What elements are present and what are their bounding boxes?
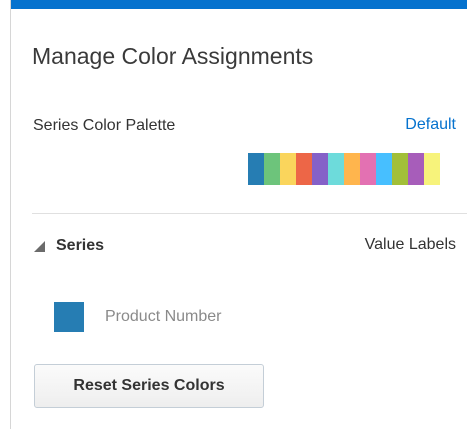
palette-swatch-2 bbox=[280, 153, 296, 185]
palette-swatch-10 bbox=[408, 153, 424, 185]
panel-accent-bar bbox=[11, 0, 467, 9]
series-item: Product Number bbox=[54, 302, 222, 332]
value-labels-label: Value Labels bbox=[364, 236, 456, 253]
section-divider bbox=[32, 213, 467, 214]
color-assignments-panel: Manage Color Assignments Series Color Pa… bbox=[10, 0, 467, 429]
palette-swatch-1 bbox=[264, 153, 280, 185]
reset-series-colors-button[interactable]: Reset Series Colors bbox=[34, 364, 264, 408]
series-color-palette-label: Series Color Palette bbox=[33, 117, 176, 134]
color-palette-strip[interactable] bbox=[248, 153, 440, 185]
series-item-name: Product Number bbox=[105, 308, 222, 325]
panel-title: Manage Color Assignments bbox=[32, 43, 314, 69]
palette-swatch-11 bbox=[424, 153, 440, 185]
series-section-label: Series bbox=[56, 237, 105, 254]
palette-swatch-9 bbox=[392, 153, 408, 185]
palette-swatch-3 bbox=[296, 153, 312, 185]
palette-swatch-5 bbox=[328, 153, 344, 185]
series-section-toggle[interactable]: Series bbox=[34, 237, 104, 255]
series-color-swatch[interactable] bbox=[54, 302, 84, 332]
palette-swatch-8 bbox=[376, 153, 392, 185]
palette-default-link[interactable]: Default bbox=[405, 116, 456, 134]
palette-swatch-7 bbox=[360, 153, 376, 185]
palette-swatch-0 bbox=[248, 153, 264, 185]
collapse-triangle-icon bbox=[34, 240, 45, 252]
palette-swatch-6 bbox=[344, 153, 360, 185]
palette-swatch-4 bbox=[312, 153, 328, 185]
